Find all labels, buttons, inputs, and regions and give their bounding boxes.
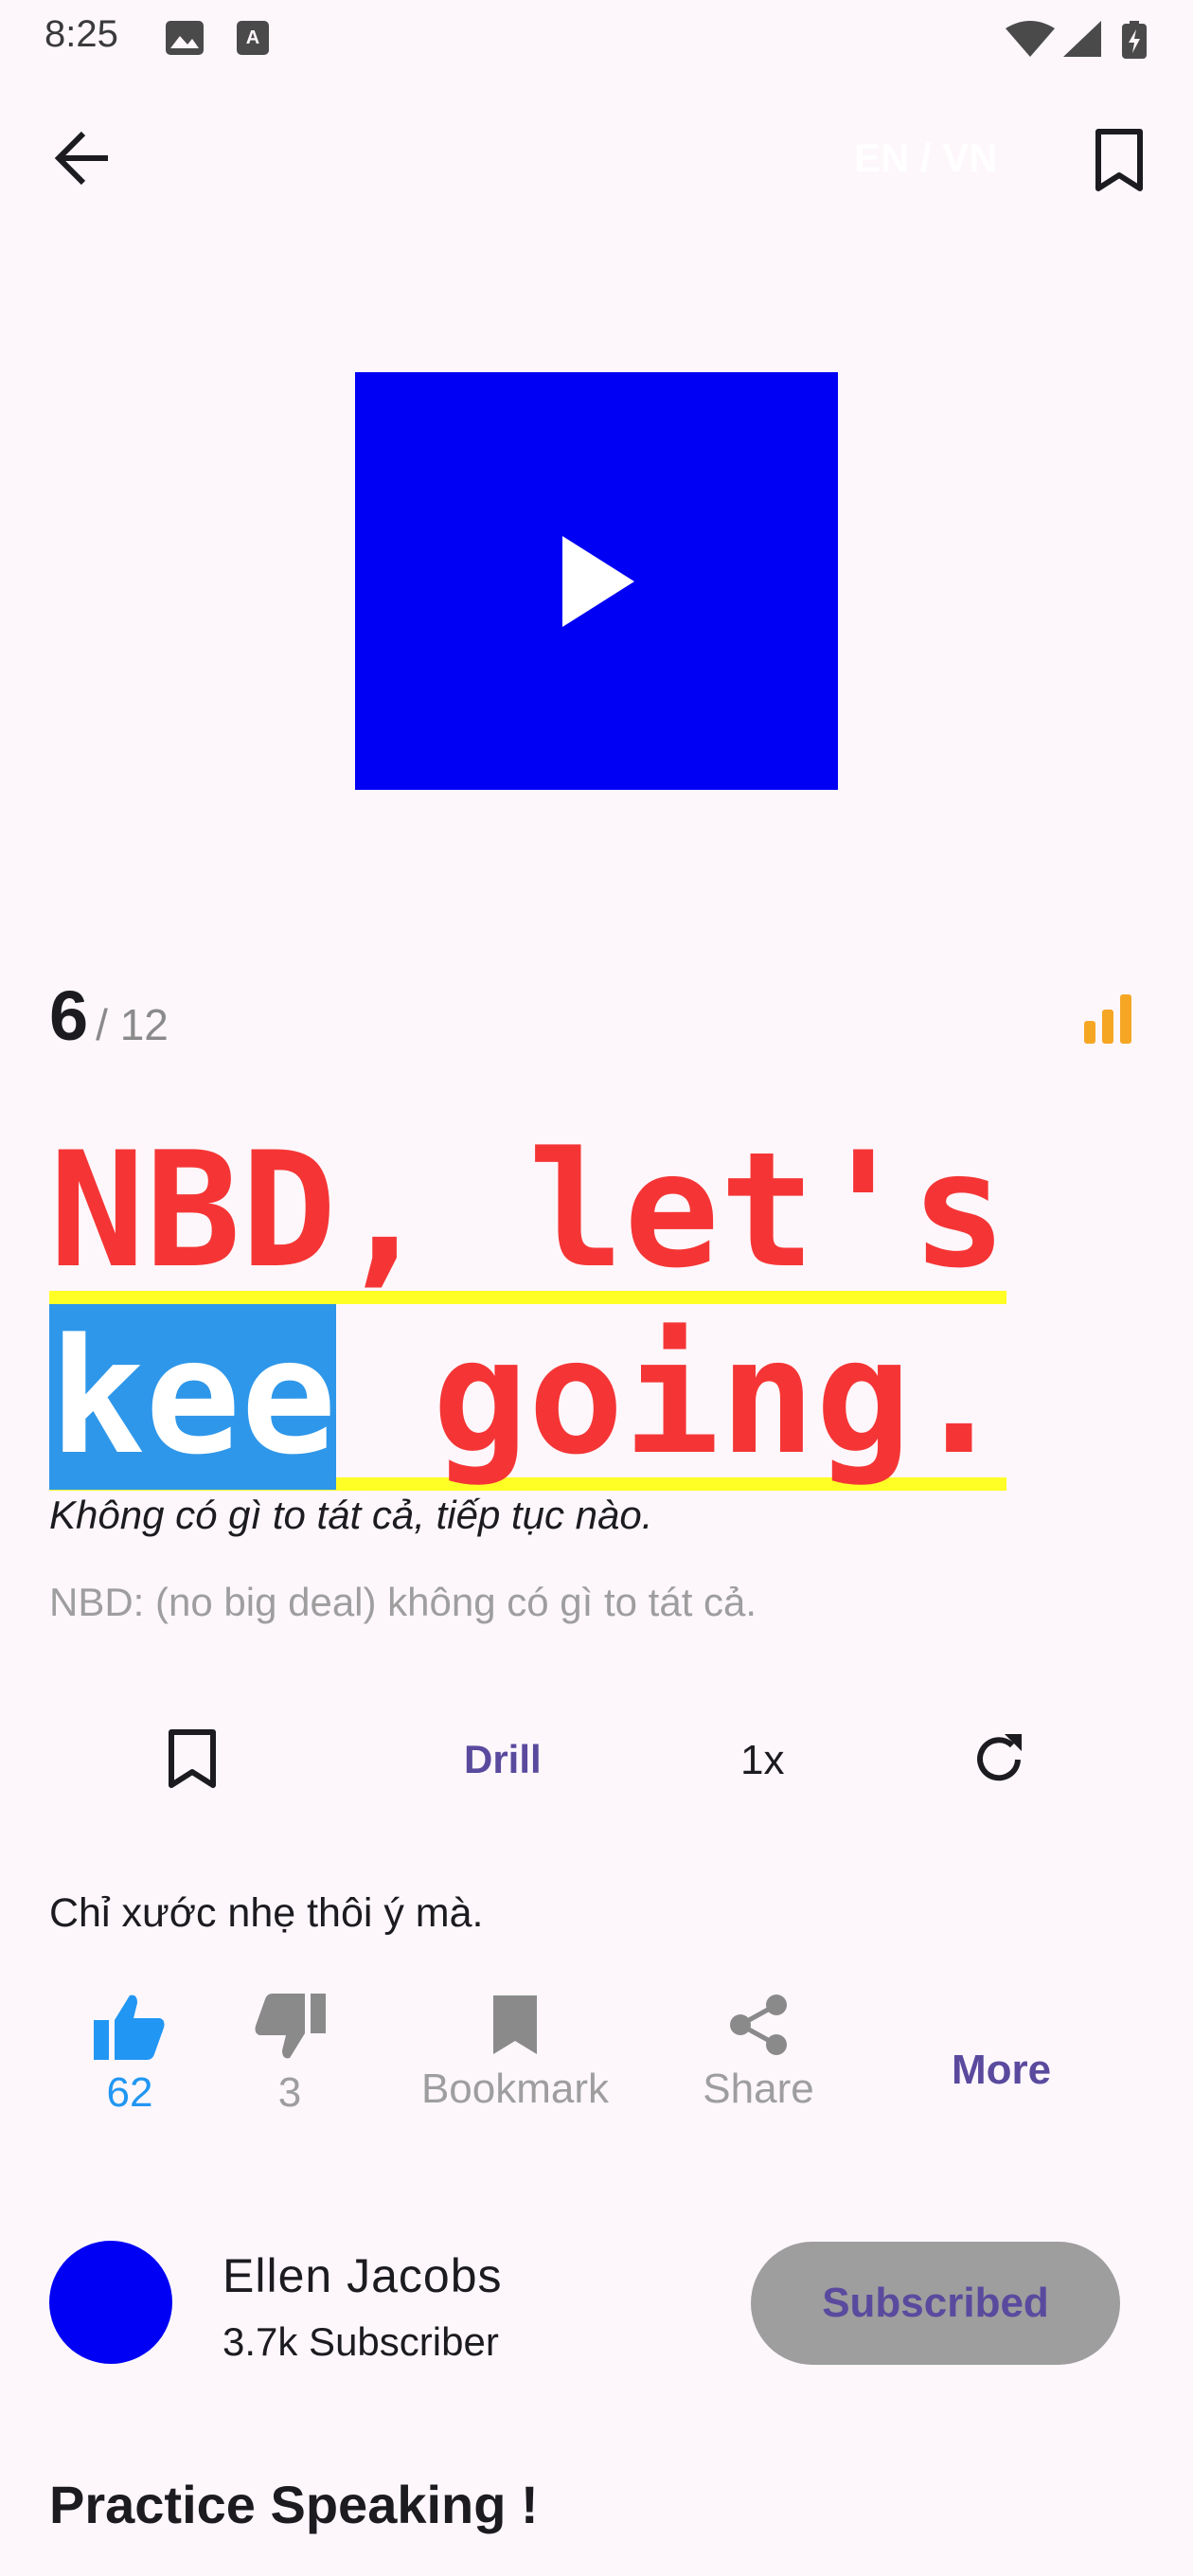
drill-button[interactable]: Drill <box>464 1737 542 1782</box>
thumbs-down-icon <box>255 1994 326 2059</box>
dislike-button[interactable]: 3 <box>205 1994 375 2117</box>
subscribed-button[interactable]: Subscribed <box>751 2242 1120 2365</box>
signal-icon <box>1063 21 1101 57</box>
share-icon <box>730 1995 787 2055</box>
avatar[interactable] <box>49 2241 172 2364</box>
share-button[interactable]: Share <box>673 1994 844 2113</box>
bookmark-action-button[interactable]: Bookmark <box>401 1994 629 2113</box>
svg-text:A: A <box>246 27 259 48</box>
back-arrow-icon[interactable] <box>49 128 125 188</box>
bookmark-outline-icon[interactable] <box>1091 128 1148 194</box>
video-player[interactable] <box>355 372 838 790</box>
translation-text: Không có gì to tát cả, tiếp tục nào. <box>49 1493 653 1537</box>
image-icon <box>166 21 204 55</box>
more-button[interactable]: More <box>952 2047 1051 2094</box>
replay-icon[interactable] <box>970 1730 1029 1789</box>
speed-button[interactable]: 1x <box>740 1737 784 1784</box>
current-index: 6 <box>49 976 89 1055</box>
bookmark-label: Bookmark <box>420 2066 610 2112</box>
highlighted-word[interactable]: kee <box>49 1304 337 1490</box>
play-icon[interactable] <box>559 535 634 627</box>
thumbs-up-icon <box>94 1995 165 2060</box>
note-text: NBD: (no big deal) không có gì to tát cả… <box>49 1580 757 1624</box>
wifi-icon <box>1006 21 1055 57</box>
bookmark-outline-icon[interactable] <box>166 1728 219 1791</box>
language-toggle[interactable]: EN / VN <box>854 135 998 181</box>
total-count: / 12 <box>96 1000 169 1049</box>
subscriber-count: 3.7k Subscriber <box>223 2319 499 2364</box>
share-label: Share <box>703 2066 814 2112</box>
sentence-line-1[interactable]: NBD, let's <box>49 1130 1007 1304</box>
status-time: 8:25 <box>45 13 118 55</box>
bookmark-filled-icon <box>493 1995 537 2054</box>
lesson-counter: 6/ 12 <box>49 975 169 1056</box>
font-icon: A <box>237 21 269 55</box>
like-count: 62 <box>106 2069 153 2116</box>
signal-bars-icon <box>1084 994 1131 1044</box>
like-button[interactable]: 62 <box>45 1994 215 2117</box>
section-title: Practice Speaking ! <box>49 2475 539 2534</box>
dislike-count: 3 <box>277 2069 302 2116</box>
sentence-line-2[interactable]: going. <box>336 1304 1007 1490</box>
subtitle-text: Chỉ xước nhẹ thôi ý mà. <box>49 1890 484 1936</box>
battery-charging-icon <box>1122 21 1147 59</box>
channel-name[interactable]: Ellen Jacobs <box>223 2248 503 2303</box>
lesson-sentence: NBD, let's kee going. <box>49 1118 1138 1491</box>
